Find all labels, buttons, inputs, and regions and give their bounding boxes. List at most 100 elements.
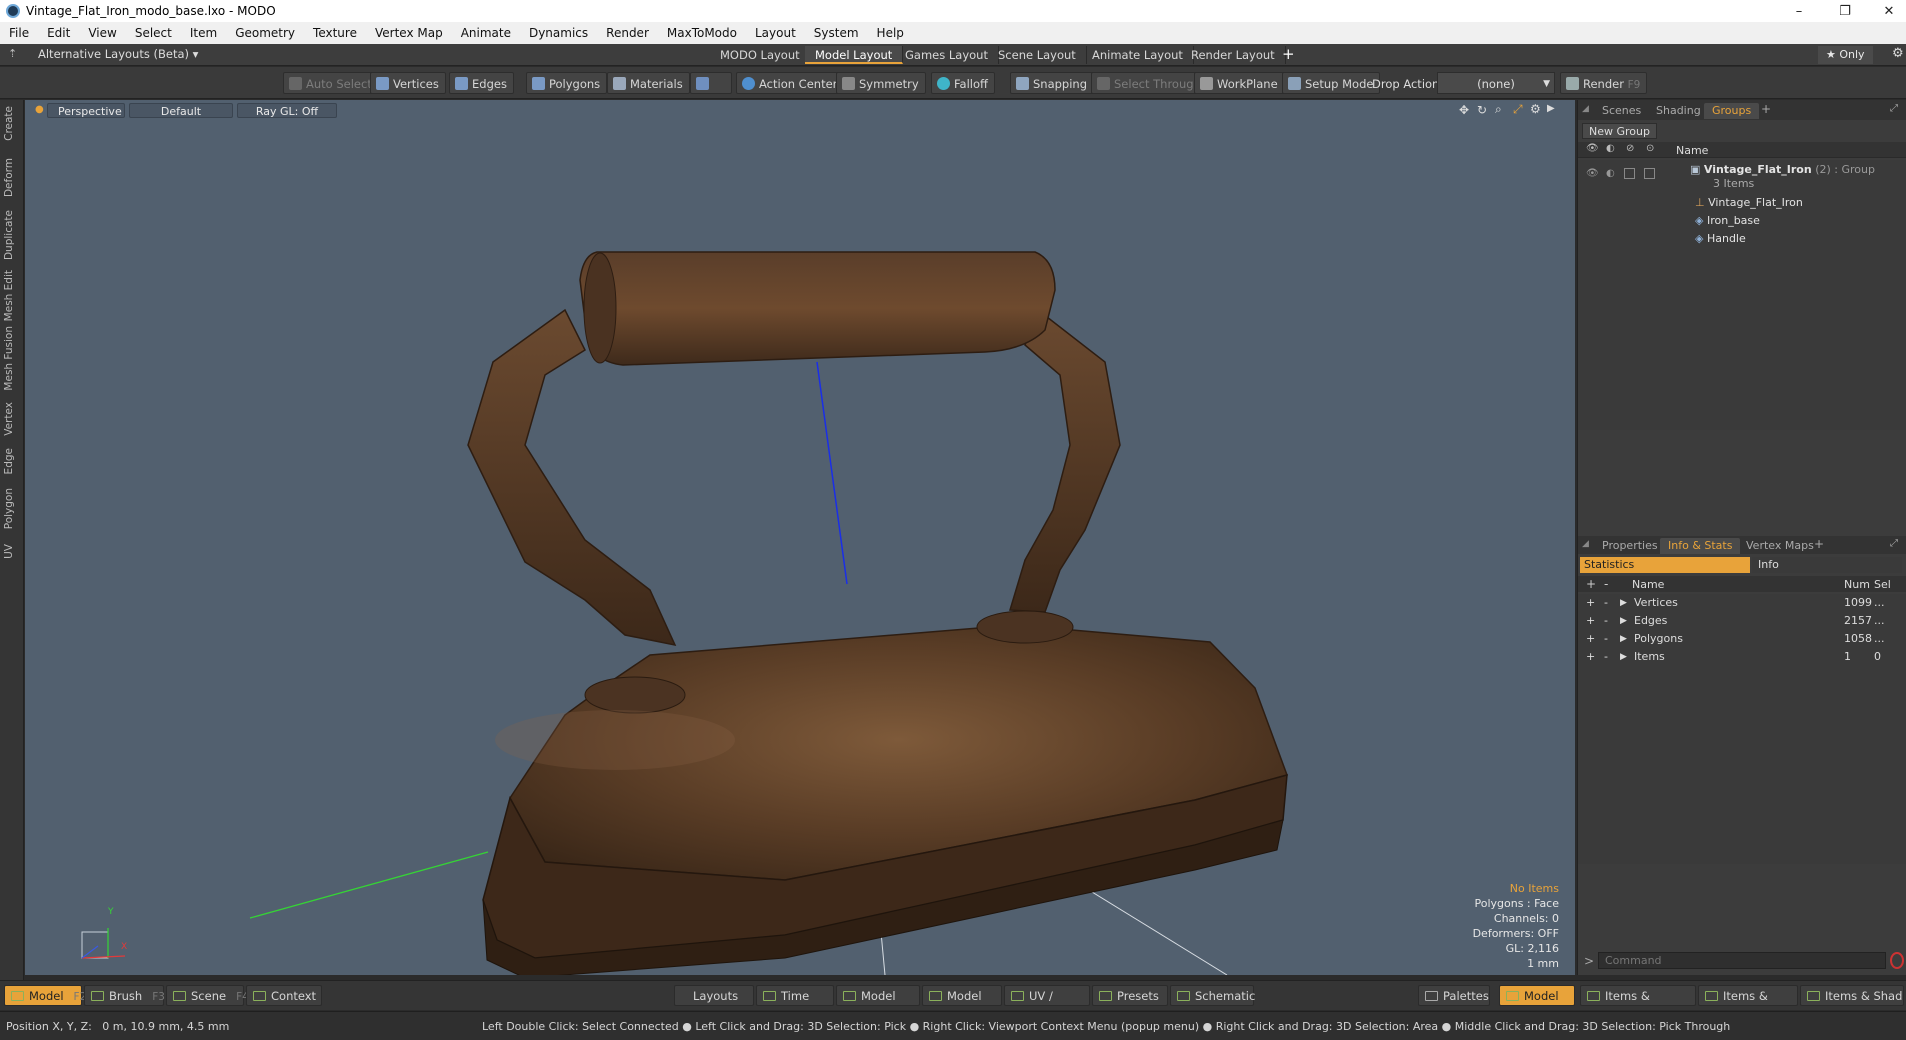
- tab-statistics[interactable]: Statistics: [1580, 557, 1750, 573]
- disclosure-arrow-icon[interactable]: ▶: [1620, 612, 1627, 630]
- group-select-checkbox[interactable]: [1644, 168, 1655, 179]
- tab-mesh-fusion[interactable]: Mesh Fusion: [3, 326, 21, 391]
- setup-mode-button[interactable]: Setup Mode: [1282, 72, 1381, 94]
- stats-row-items[interactable]: + - ▶ Items 1 0: [1578, 648, 1906, 666]
- add-layout-button[interactable]: +: [1282, 45, 1295, 63]
- menu-file[interactable]: File: [0, 26, 38, 40]
- menu-help[interactable]: Help: [868, 26, 913, 40]
- tab-edge[interactable]: Edge: [3, 448, 21, 474]
- tab-animate-layout[interactable]: Animate Layout: [1082, 46, 1194, 64]
- tab-render-layout[interactable]: Render Layout: [1181, 46, 1286, 64]
- tab-uv[interactable]: UV: [3, 544, 21, 559]
- model-quad-button[interactable]: Model Quad: [836, 985, 920, 1024]
- tab-polygon[interactable]: Polygon: [3, 488, 21, 529]
- model-layout-button[interactable]: Model: [1499, 985, 1575, 1006]
- fit-icon[interactable]: ⤢: [1513, 102, 1523, 117]
- pan-icon[interactable]: ✥: [1459, 103, 1469, 117]
- edges-button[interactable]: Edges: [449, 72, 514, 94]
- command-input[interactable]: [1598, 952, 1886, 969]
- stats-row-vertices[interactable]: + - ▶ Vertices 1099...: [1578, 594, 1906, 612]
- expand-icon[interactable]: +: [1586, 594, 1595, 612]
- items-properties-button[interactable]: Items & Properties: [1580, 985, 1696, 1024]
- items-groups-button[interactable]: Items & Groups: [1698, 985, 1798, 1024]
- context-button[interactable]: Context: [246, 985, 322, 1006]
- stats-row-polygons[interactable]: + - ▶ Polygons 1058...: [1578, 630, 1906, 648]
- only-toggle[interactable]: ★ Only: [1818, 46, 1873, 64]
- tab-games-layout[interactable]: Games Layout: [895, 46, 999, 64]
- tab-modo-layout[interactable]: MODO Layout: [710, 46, 811, 64]
- polygons-button[interactable]: Polygons: [526, 72, 608, 94]
- workplane-button[interactable]: WorkPlane: [1194, 72, 1285, 94]
- vertices-button[interactable]: Vertices: [370, 72, 446, 94]
- menu-system[interactable]: System: [805, 26, 868, 40]
- add-tab-button[interactable]: +: [1814, 537, 1824, 551]
- collapse-icon[interactable]: -: [1604, 630, 1608, 648]
- group-lock-checkbox[interactable]: [1624, 168, 1635, 179]
- materials-button[interactable]: Materials: [607, 72, 690, 94]
- model-mode-button[interactable]: Model F2: [4, 985, 86, 1006]
- menu-edit[interactable]: Edit: [38, 26, 79, 40]
- play-arrow-icon[interactable]: ▶: [1547, 103, 1555, 114]
- snapping-button[interactable]: Snapping: [1010, 72, 1095, 94]
- collapse-all-icon[interactable]: -: [1604, 577, 1608, 591]
- menu-maxtomodo[interactable]: MaxToModo: [658, 26, 746, 40]
- raygl-toggle[interactable]: Ray GL: Off: [237, 103, 337, 118]
- stats-row-edges[interactable]: + - ▶ Edges 2157...: [1578, 612, 1906, 630]
- brush-mode-button[interactable]: Brush F3: [84, 985, 165, 1006]
- tab-properties[interactable]: Properties: [1594, 538, 1666, 554]
- collapse-icon[interactable]: -: [1604, 594, 1608, 612]
- menu-animate[interactable]: Animate: [452, 26, 520, 40]
- menu-geometry[interactable]: Geometry: [226, 26, 304, 40]
- tab-info-stats[interactable]: Info & Stats: [1660, 538, 1741, 554]
- add-tab-button[interactable]: +: [1761, 102, 1771, 116]
- disclosure-arrow-icon[interactable]: ▶: [1620, 630, 1627, 648]
- expand-icon[interactable]: +: [1586, 630, 1595, 648]
- command-stop-icon[interactable]: [1890, 952, 1904, 969]
- disclosure-arrow-icon[interactable]: ▶: [1620, 648, 1627, 666]
- select-through-button[interactable]: Select Through: [1091, 72, 1208, 94]
- schematic-button[interactable]: Schematic: [1170, 985, 1255, 1006]
- panel-menu-icon[interactable]: ◢: [1582, 539, 1589, 549]
- menu-view[interactable]: View: [79, 26, 125, 40]
- menu-render[interactable]: Render: [597, 26, 658, 40]
- group-visibility-icon[interactable]: 👁: [1586, 168, 1599, 179]
- menu-layout[interactable]: Layout: [746, 26, 805, 40]
- presets-button[interactable]: Presets: [1092, 985, 1168, 1006]
- falloff-button[interactable]: Falloff: [931, 72, 995, 94]
- tab-vertex-maps[interactable]: Vertex Maps: [1738, 538, 1822, 554]
- viewport-settings-icon[interactable]: ⚙: [1530, 102, 1541, 116]
- uv-model-button[interactable]: UV / Model: [1004, 985, 1090, 1024]
- expand-icon[interactable]: +: [1586, 612, 1595, 630]
- group-row[interactable]: ▣ Vintage_Flat_Iron (2) : Group: [1690, 163, 1875, 176]
- viewport-dot-icon[interactable]: ●: [35, 104, 44, 115]
- auto-select-button[interactable]: Auto Select: [283, 72, 379, 94]
- menu-vertex-map[interactable]: Vertex Map: [366, 26, 452, 40]
- symmetry-button[interactable]: Symmetry: [836, 72, 926, 94]
- expand-panel-icon[interactable]: ⤢: [1890, 103, 1898, 114]
- expand-icon[interactable]: +: [1586, 648, 1595, 666]
- palettes-button[interactable]: Palettes: [1418, 985, 1490, 1006]
- tab-scenes[interactable]: Scenes: [1594, 103, 1649, 119]
- time-button[interactable]: Time: [756, 985, 834, 1006]
- expand-panel-icon[interactable]: ⤢: [1890, 538, 1898, 549]
- items-shading-button[interactable]: Items & Shading: [1800, 985, 1904, 1006]
- layout-selector[interactable]: Alternative Layouts (Beta) ▾: [38, 47, 198, 61]
- new-group-button[interactable]: New Group: [1582, 123, 1657, 139]
- tree-item[interactable]: ◈ Handle: [1695, 232, 1746, 245]
- menu-texture[interactable]: Texture: [304, 26, 366, 40]
- collapse-arrow-icon[interactable]: ⇡: [8, 47, 17, 60]
- close-button[interactable]: ✕: [1866, 0, 1906, 22]
- render-button[interactable]: Render F9: [1560, 72, 1648, 94]
- tab-create[interactable]: Create: [3, 106, 21, 141]
- tree-item[interactable]: ◈ Iron_base: [1695, 214, 1760, 227]
- shading-style-button[interactable]: Default: [129, 103, 233, 118]
- tab-duplicate[interactable]: Duplicate: [3, 210, 21, 260]
- model-tri-button[interactable]: Model Tri: [922, 985, 1002, 1024]
- menu-item[interactable]: Item: [181, 26, 226, 40]
- tab-vertex[interactable]: Vertex: [3, 402, 21, 436]
- tab-shading[interactable]: Shading: [1648, 103, 1709, 119]
- tab-scene-layout[interactable]: Scene Layout: [988, 46, 1087, 64]
- panel-menu-icon[interactable]: ◢: [1582, 104, 1589, 114]
- menu-dynamics[interactable]: Dynamics: [520, 26, 597, 40]
- tab-mesh-edit[interactable]: Mesh Edit: [3, 270, 21, 321]
